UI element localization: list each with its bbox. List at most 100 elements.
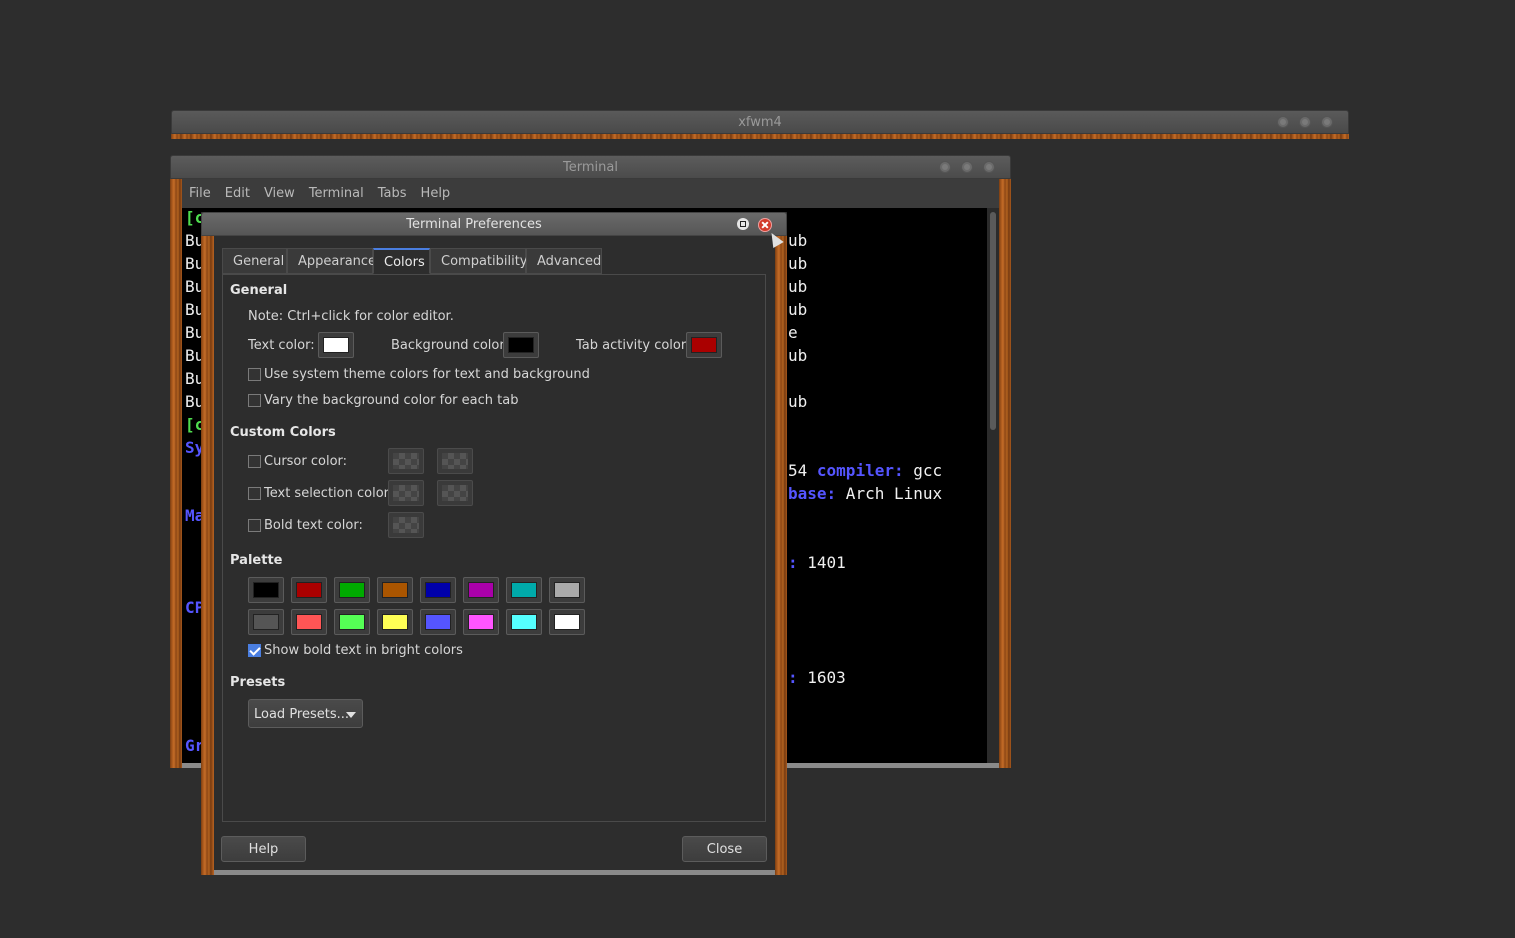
color-swatch: [425, 614, 451, 630]
palette-color-button[interactable]: [291, 609, 327, 635]
terminal-value: 1603: [797, 668, 846, 687]
background-color-label: Background color:: [391, 338, 509, 353]
terminal-line: ub: [788, 392, 808, 411]
palette-color-button[interactable]: [549, 609, 585, 635]
color-swatch: [296, 614, 322, 630]
tab-compatibility[interactable]: Compatibility: [430, 248, 528, 274]
menu-view[interactable]: View: [257, 179, 302, 208]
help-button[interactable]: Help: [221, 836, 306, 862]
section-general: General: [230, 283, 288, 298]
preferences-titlebar[interactable]: Terminal Preferences: [201, 212, 787, 236]
palette-color-button[interactable]: [506, 609, 542, 635]
palette-color-button[interactable]: [334, 577, 370, 603]
text-selection-color-checkbox[interactable]: [248, 487, 261, 500]
terminal-preferences-dialog: Terminal Preferences General Appearance …: [201, 212, 787, 875]
terminal-scrollbar[interactable]: [987, 208, 999, 763]
color-swatch: [339, 614, 365, 630]
menu-file[interactable]: File: [182, 179, 218, 208]
chevron-down-icon: [346, 712, 356, 718]
color-swatch: [442, 453, 468, 469]
cursor-color-label[interactable]: Cursor color:: [264, 454, 347, 469]
cursor-foreground-color-button[interactable]: [388, 448, 424, 474]
terminal-key: compiler:: [816, 461, 904, 480]
text-color-label: Text color:: [248, 338, 315, 353]
tab-appearance[interactable]: Appearance: [287, 248, 376, 274]
use-system-theme-label[interactable]: Use system theme colors for text and bac…: [264, 367, 590, 382]
color-swatch: [425, 582, 451, 598]
color-swatch: [511, 582, 537, 598]
palette-color-button[interactable]: [291, 577, 327, 603]
menu-help[interactable]: Help: [414, 179, 458, 208]
minimize-icon[interactable]: [939, 161, 951, 173]
window-frame-left: [170, 179, 182, 768]
minimize-icon[interactable]: [1277, 116, 1289, 128]
load-presets-dropdown[interactable]: Load Presets...: [248, 699, 363, 728]
palette-color-button[interactable]: [334, 609, 370, 635]
terminal-line: ub: [788, 231, 808, 250]
palette-color-button[interactable]: [248, 577, 284, 603]
color-swatch: [554, 614, 580, 630]
palette-color-button[interactable]: [420, 609, 456, 635]
maximize-icon[interactable]: [737, 218, 749, 230]
color-swatch: [296, 582, 322, 598]
cursor-color-checkbox[interactable]: [248, 455, 261, 468]
cursor-background-color-button[interactable]: [437, 448, 473, 474]
close-icon[interactable]: [1321, 116, 1333, 128]
section-custom-colors: Custom Colors: [230, 425, 336, 440]
close-button[interactable]: Close: [682, 836, 767, 862]
palette-color-button[interactable]: [248, 609, 284, 635]
menu-edit[interactable]: Edit: [218, 179, 257, 208]
vary-background-label[interactable]: Vary the background color for each tab: [264, 393, 518, 408]
window-frame-bottom: [214, 870, 775, 875]
terminal-line: ub: [788, 254, 808, 273]
palette-color-button[interactable]: [463, 609, 499, 635]
palette-color-button[interactable]: [463, 577, 499, 603]
maximize-icon[interactable]: [1299, 116, 1311, 128]
text-selection-color-label[interactable]: Text selection color:: [264, 486, 393, 501]
selection-foreground-color-button[interactable]: [388, 480, 424, 506]
color-swatch: [323, 337, 349, 353]
palette-color-button[interactable]: [377, 577, 413, 603]
window-frame-left: [201, 236, 214, 875]
text-color-button[interactable]: [318, 332, 354, 358]
color-swatch: [691, 337, 717, 353]
palette-color-button[interactable]: [549, 577, 585, 603]
bold-text-color-button[interactable]: [388, 512, 424, 538]
background-color-button[interactable]: [503, 332, 539, 358]
xfwm4-titlebar[interactable]: xfwm4: [171, 110, 1349, 134]
tab-colors[interactable]: Colors: [373, 248, 430, 274]
terminal-value: Arch Linux: [836, 484, 943, 503]
maximize-icon[interactable]: [961, 161, 973, 173]
close-icon[interactable]: [758, 218, 772, 232]
show-bold-bright-label[interactable]: Show bold text in bright colors: [264, 643, 463, 658]
use-system-theme-checkbox[interactable]: [248, 368, 261, 381]
color-editor-note: Note: Ctrl+click for color editor.: [248, 309, 454, 324]
show-bold-bright-checkbox[interactable]: [248, 644, 261, 657]
close-icon[interactable]: [983, 161, 995, 173]
selection-background-color-button[interactable]: [437, 480, 473, 506]
vary-background-checkbox[interactable]: [248, 394, 261, 407]
tab-advanced[interactable]: Advanced: [526, 248, 602, 274]
scrollbar-thumb[interactable]: [990, 212, 996, 430]
color-swatch: [253, 614, 279, 630]
palette-color-button[interactable]: [420, 577, 456, 603]
menu-tabs[interactable]: Tabs: [371, 179, 414, 208]
terminal-line: : 1603: [788, 668, 846, 687]
menu-terminal[interactable]: Terminal: [302, 179, 371, 208]
color-swatch: [508, 337, 534, 353]
load-presets-label: Load Presets...: [254, 707, 350, 722]
color-swatch: [554, 582, 580, 598]
color-swatch: [393, 485, 419, 501]
window-title: Terminal: [563, 160, 618, 175]
color-swatch: [468, 614, 494, 630]
bold-text-color-label[interactable]: Bold text color:: [264, 518, 363, 533]
window-frame: [171, 134, 1349, 139]
tab-general[interactable]: General: [222, 248, 287, 274]
color-swatch: [339, 582, 365, 598]
tab-activity-color-button[interactable]: [686, 332, 722, 358]
terminal-titlebar[interactable]: Terminal: [170, 155, 1011, 179]
bold-text-color-checkbox[interactable]: [248, 519, 261, 532]
palette-color-button[interactable]: [377, 609, 413, 635]
palette-color-button[interactable]: [506, 577, 542, 603]
terminal-text: 54: [788, 461, 817, 480]
